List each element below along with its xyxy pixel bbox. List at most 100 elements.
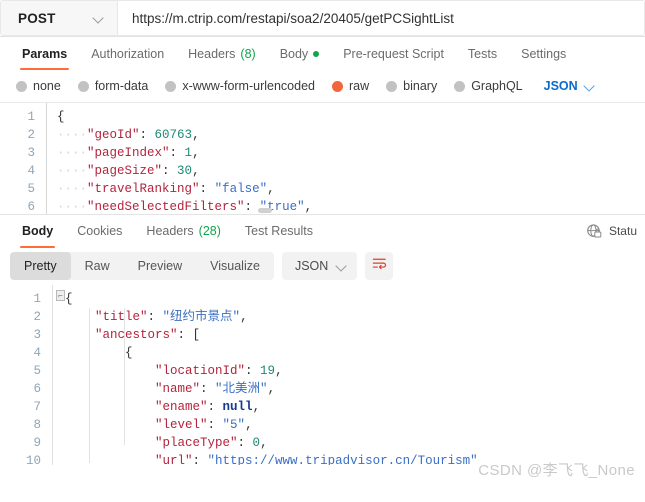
response-view-visualize[interactable]: Visualize	[196, 252, 274, 280]
tab-settings[interactable]: Settings	[509, 37, 578, 70]
response-view-visualize-label: Visualize	[210, 259, 260, 273]
response-toolbar: Pretty Raw Preview Visualize JSON	[0, 247, 645, 285]
response-tab-body[interactable]: Body	[10, 215, 65, 248]
tab-authorization-label: Authorization	[91, 47, 164, 61]
radio-selected-icon	[332, 81, 343, 92]
code-token-str: "北美洲"	[215, 382, 268, 396]
code-token-ws: ····	[57, 146, 87, 160]
code-token-pun: {	[65, 346, 133, 360]
response-tab-cookies[interactable]: Cookies	[65, 215, 134, 248]
chevron-down-icon	[585, 81, 595, 91]
code-token-key: "ename"	[155, 400, 208, 414]
request-url-input[interactable]: https://m.ctrip.com/restapi/soa2/20405/g…	[118, 1, 644, 35]
line-number: 6	[0, 198, 35, 214]
response-format-label: JSON	[295, 259, 328, 273]
code-token-pun	[65, 454, 155, 465]
code-token-key: "geoId"	[87, 128, 140, 142]
code-line: "ancestors": [	[65, 326, 645, 344]
response-view-raw-label: Raw	[85, 259, 110, 273]
code-token-key: "ancestors"	[95, 328, 178, 342]
code-token-pun	[65, 400, 155, 414]
code-token-key: "placeType"	[155, 436, 238, 450]
response-editor-line-numbers: 1 2 3 4 5 6 7 8 9 10	[0, 285, 52, 465]
body-type-graphql[interactable]: GraphQL	[454, 79, 522, 93]
response-format-select[interactable]: JSON	[282, 252, 357, 280]
code-token-pun	[65, 328, 95, 342]
response-tab-test-results[interactable]: Test Results	[233, 215, 325, 248]
response-tab-bar: Body Cookies Headers (28) Test Results	[0, 215, 645, 247]
code-line: "name": "北美洲",	[65, 380, 645, 398]
code-token-pun: ,	[245, 418, 253, 432]
code-token-pun: :	[170, 146, 185, 160]
code-token-ws: ····	[57, 200, 87, 214]
request-tab-bar: Params Authorization Headers (8) Body Pr…	[0, 37, 645, 70]
raw-format-select[interactable]: JSON	[544, 79, 595, 93]
tab-body[interactable]: Body	[268, 37, 332, 70]
code-token-num: 1	[185, 146, 193, 160]
code-token-pun: ,	[192, 164, 200, 178]
code-line: ····"pageIndex": 1,	[57, 144, 645, 162]
tab-params-label: Params	[22, 47, 67, 61]
response-tab-test-results-label: Test Results	[245, 224, 313, 238]
code-token-key: "level"	[155, 418, 208, 432]
body-type-urlencoded-label: x-www-form-urlencoded	[182, 79, 315, 93]
tab-headers[interactable]: Headers (8)	[176, 37, 268, 70]
wrap-lines-button[interactable]	[365, 252, 393, 280]
code-token-key: "needSelectedFilters"	[87, 200, 245, 214]
code-token-pun: ,	[305, 200, 313, 214]
raw-format-label: JSON	[544, 79, 578, 93]
radio-icon	[165, 81, 176, 92]
radio-icon	[454, 81, 465, 92]
response-view-preview[interactable]: Preview	[124, 252, 196, 280]
code-line: "locationId": 19,	[65, 362, 645, 380]
code-token-pun	[65, 418, 155, 432]
line-number: 8	[0, 416, 41, 434]
code-token-pun: :	[208, 400, 223, 414]
code-token-str: "纽约市景点"	[163, 310, 241, 324]
line-number: 4	[0, 162, 35, 180]
code-token-pun: ,	[192, 128, 200, 142]
body-type-raw[interactable]: raw	[332, 79, 369, 93]
response-view-raw[interactable]: Raw	[71, 252, 124, 280]
code-token-pun: ,	[275, 364, 283, 378]
body-type-form-data[interactable]: form-data	[78, 79, 149, 93]
code-fold-toggle[interactable]: ⌐	[56, 290, 65, 301]
indent-guide	[124, 308, 125, 445]
response-body-code[interactable]: { "title": "纽约市景点", "ancestors": [ { "lo…	[52, 285, 645, 465]
code-token-pun: :	[148, 310, 163, 324]
line-number: 10	[0, 452, 41, 465]
code-token-pun: ,	[240, 310, 248, 324]
request-body-code[interactable]: {····"geoId": 60763,····"pageIndex": 1,·…	[46, 103, 645, 214]
tab-pre-request-script[interactable]: Pre-request Script	[331, 37, 456, 70]
response-view-pretty[interactable]: Pretty	[10, 252, 71, 280]
body-type-urlencoded[interactable]: x-www-form-urlencoded	[165, 79, 315, 93]
tab-tests[interactable]: Tests	[456, 37, 509, 70]
code-token-pun: :	[245, 200, 260, 214]
tab-authorization[interactable]: Authorization	[79, 37, 176, 70]
line-number: 3	[0, 144, 35, 162]
response-body-editor[interactable]: 1 2 3 4 5 6 7 8 9 10 { "title": "纽约市景点",…	[0, 285, 645, 465]
http-method-select[interactable]: POST	[1, 1, 118, 35]
response-tab-headers[interactable]: Headers (28)	[134, 215, 232, 248]
line-number: 7	[0, 398, 41, 416]
code-token-key: "locationId"	[155, 364, 245, 378]
body-type-binary-label: binary	[403, 79, 437, 93]
code-token-pun: ,	[192, 146, 200, 160]
body-type-binary[interactable]: binary	[386, 79, 437, 93]
tab-body-label: Body	[280, 47, 309, 61]
body-type-raw-label: raw	[349, 79, 369, 93]
tab-params[interactable]: Params	[10, 37, 79, 70]
body-type-none[interactable]: none	[16, 79, 61, 93]
chevron-down-icon	[94, 13, 104, 23]
code-token-pun	[65, 364, 155, 378]
code-token-pun: :	[193, 454, 208, 465]
code-line: {	[65, 344, 645, 362]
code-token-pun: ,	[260, 436, 268, 450]
code-token-pun	[65, 310, 95, 324]
code-token-ws: ····	[57, 164, 87, 178]
request-body-editor[interactable]: 1 2 3 4 5 6 {····"geoId": 60763,····"pag…	[0, 102, 645, 214]
line-number: 2	[0, 126, 35, 144]
request-editor-horizontal-scrollbar[interactable]	[258, 208, 272, 213]
radio-icon	[78, 81, 89, 92]
code-token-null: null	[223, 400, 253, 414]
